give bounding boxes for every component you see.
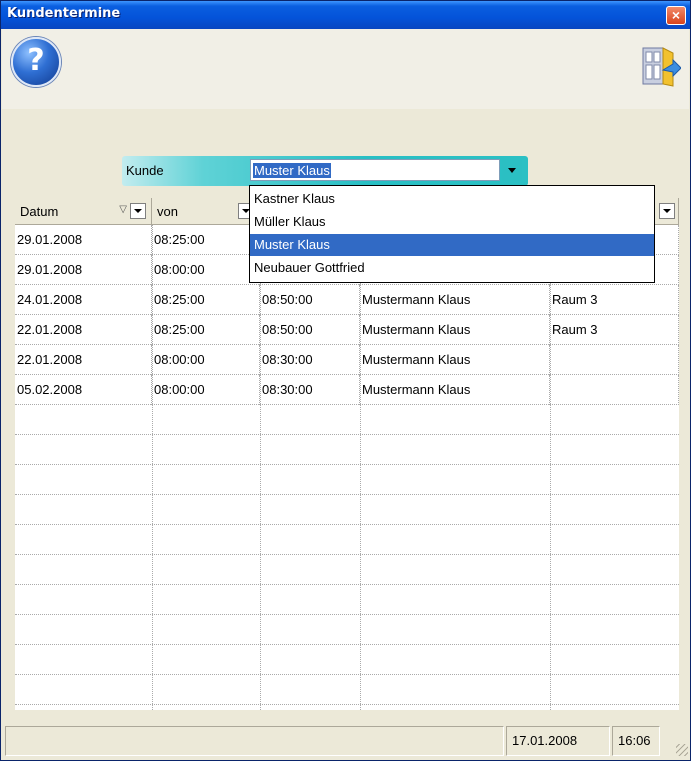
table-cell[interactable]: Mustermann Klaus [360,375,550,405]
table-cell[interactable]: 08:30:00 [260,375,360,405]
customer-filter-label: Kunde [126,163,164,178]
status-bar: 17.01.2008 16:06 [5,726,688,756]
window-title: Kundentermine [7,6,121,21]
dropdown-option-selected[interactable]: Muster Klaus [250,234,654,256]
column-header-label: von [157,204,178,219]
window: Kundentermine × ? Kunde Muster Klaus Dat… [0,0,691,761]
table-cell[interactable]: 29.01.2008 [15,255,152,285]
column-header-von[interactable]: von [152,198,260,225]
table-cell[interactable]: Mustermann Klaus [360,315,550,345]
table-row[interactable] [15,645,679,675]
table-cell[interactable] [550,375,679,405]
combo-dropdown-button[interactable] [502,160,522,181]
column-header-label: Datum [20,204,59,219]
table-row[interactable] [15,435,679,465]
table-row[interactable] [15,555,679,585]
customer-combo-value: Muster Klaus [253,163,331,178]
table-row[interactable]: 22.01.2008 08:25:00 08:50:00 Mustermann Kla… [15,315,679,345]
table-cell[interactable]: 22.01.2008 [15,345,152,375]
table-row[interactable] [15,615,679,645]
table-cell[interactable]: 08:25:00 [152,285,260,315]
table-cell[interactable]: 29.01.2008 [15,225,152,255]
status-message [5,726,504,756]
customer-filter: Kunde Muster Klaus [122,156,528,186]
table-row[interactable]: 24.01.2008 08:25:00 08:50:00 Mustermann Kla… [15,285,679,315]
status-date: 17.01.2008 [506,726,610,756]
table-row[interactable] [15,525,679,555]
table-row[interactable] [15,585,679,615]
table-cell[interactable] [550,345,679,375]
toolbar: ? [2,29,689,109]
table-row[interactable]: 22.01.2008 08:00:00 08:30:00 Mustermann Kla… [15,345,679,375]
table-cell[interactable]: 08:00:00 [152,375,260,405]
table-cell[interactable]: 08:00:00 [152,255,260,285]
status-time: 16:06 [612,726,660,756]
table-cell[interactable]: Mustermann Klaus [360,285,550,315]
table-cell[interactable]: 05.02.2008 [15,375,152,405]
table-row[interactable]: 05.02.2008 08:00:00 08:30:00 Mustermann Kla… [15,375,679,405]
sort-icon[interactable]: ▽ [119,204,127,215]
title-bar[interactable]: Kundentermine × [1,1,690,29]
table-row[interactable] [15,675,679,705]
customer-combo-input[interactable]: Muster Klaus [250,159,500,181]
table-cell[interactable]: 08:50:00 [260,315,360,345]
table-cell[interactable]: Raum 3 [550,285,679,315]
table-cell[interactable]: 08:50:00 [260,285,360,315]
column-filter-button[interactable] [130,203,146,219]
resize-grip[interactable] [676,744,688,756]
close-button[interactable]: × [666,6,686,25]
table-cell[interactable]: 08:00:00 [152,345,260,375]
table-cell[interactable]: 22.01.2008 [15,315,152,345]
table-cell[interactable]: Raum 3 [550,315,679,345]
table-cell[interactable]: 08:30:00 [260,345,360,375]
exit-button[interactable] [641,44,682,88]
dropdown-option[interactable]: Müller Klaus [250,211,654,233]
dropdown-option[interactable]: Kastner Klaus [250,188,654,210]
customer-dropdown-list: Kastner Klaus Müller Klaus Muster Klaus … [249,185,655,283]
column-header-datum[interactable]: Datum ▽ [15,198,152,225]
table-cell[interactable]: 08:25:00 [152,315,260,345]
table-row[interactable] [15,405,679,435]
column-filter-button[interactable] [659,203,675,219]
exit-door-icon [642,47,682,87]
table-cell[interactable]: Mustermann Klaus [360,345,550,375]
table-cell[interactable]: 08:25:00 [152,225,260,255]
table-cell[interactable]: 24.01.2008 [15,285,152,315]
table-row[interactable] [15,465,679,495]
help-button[interactable]: ? [11,37,61,87]
table-row[interactable] [15,495,679,525]
dropdown-option[interactable]: Neubauer Gottfried [250,257,654,279]
